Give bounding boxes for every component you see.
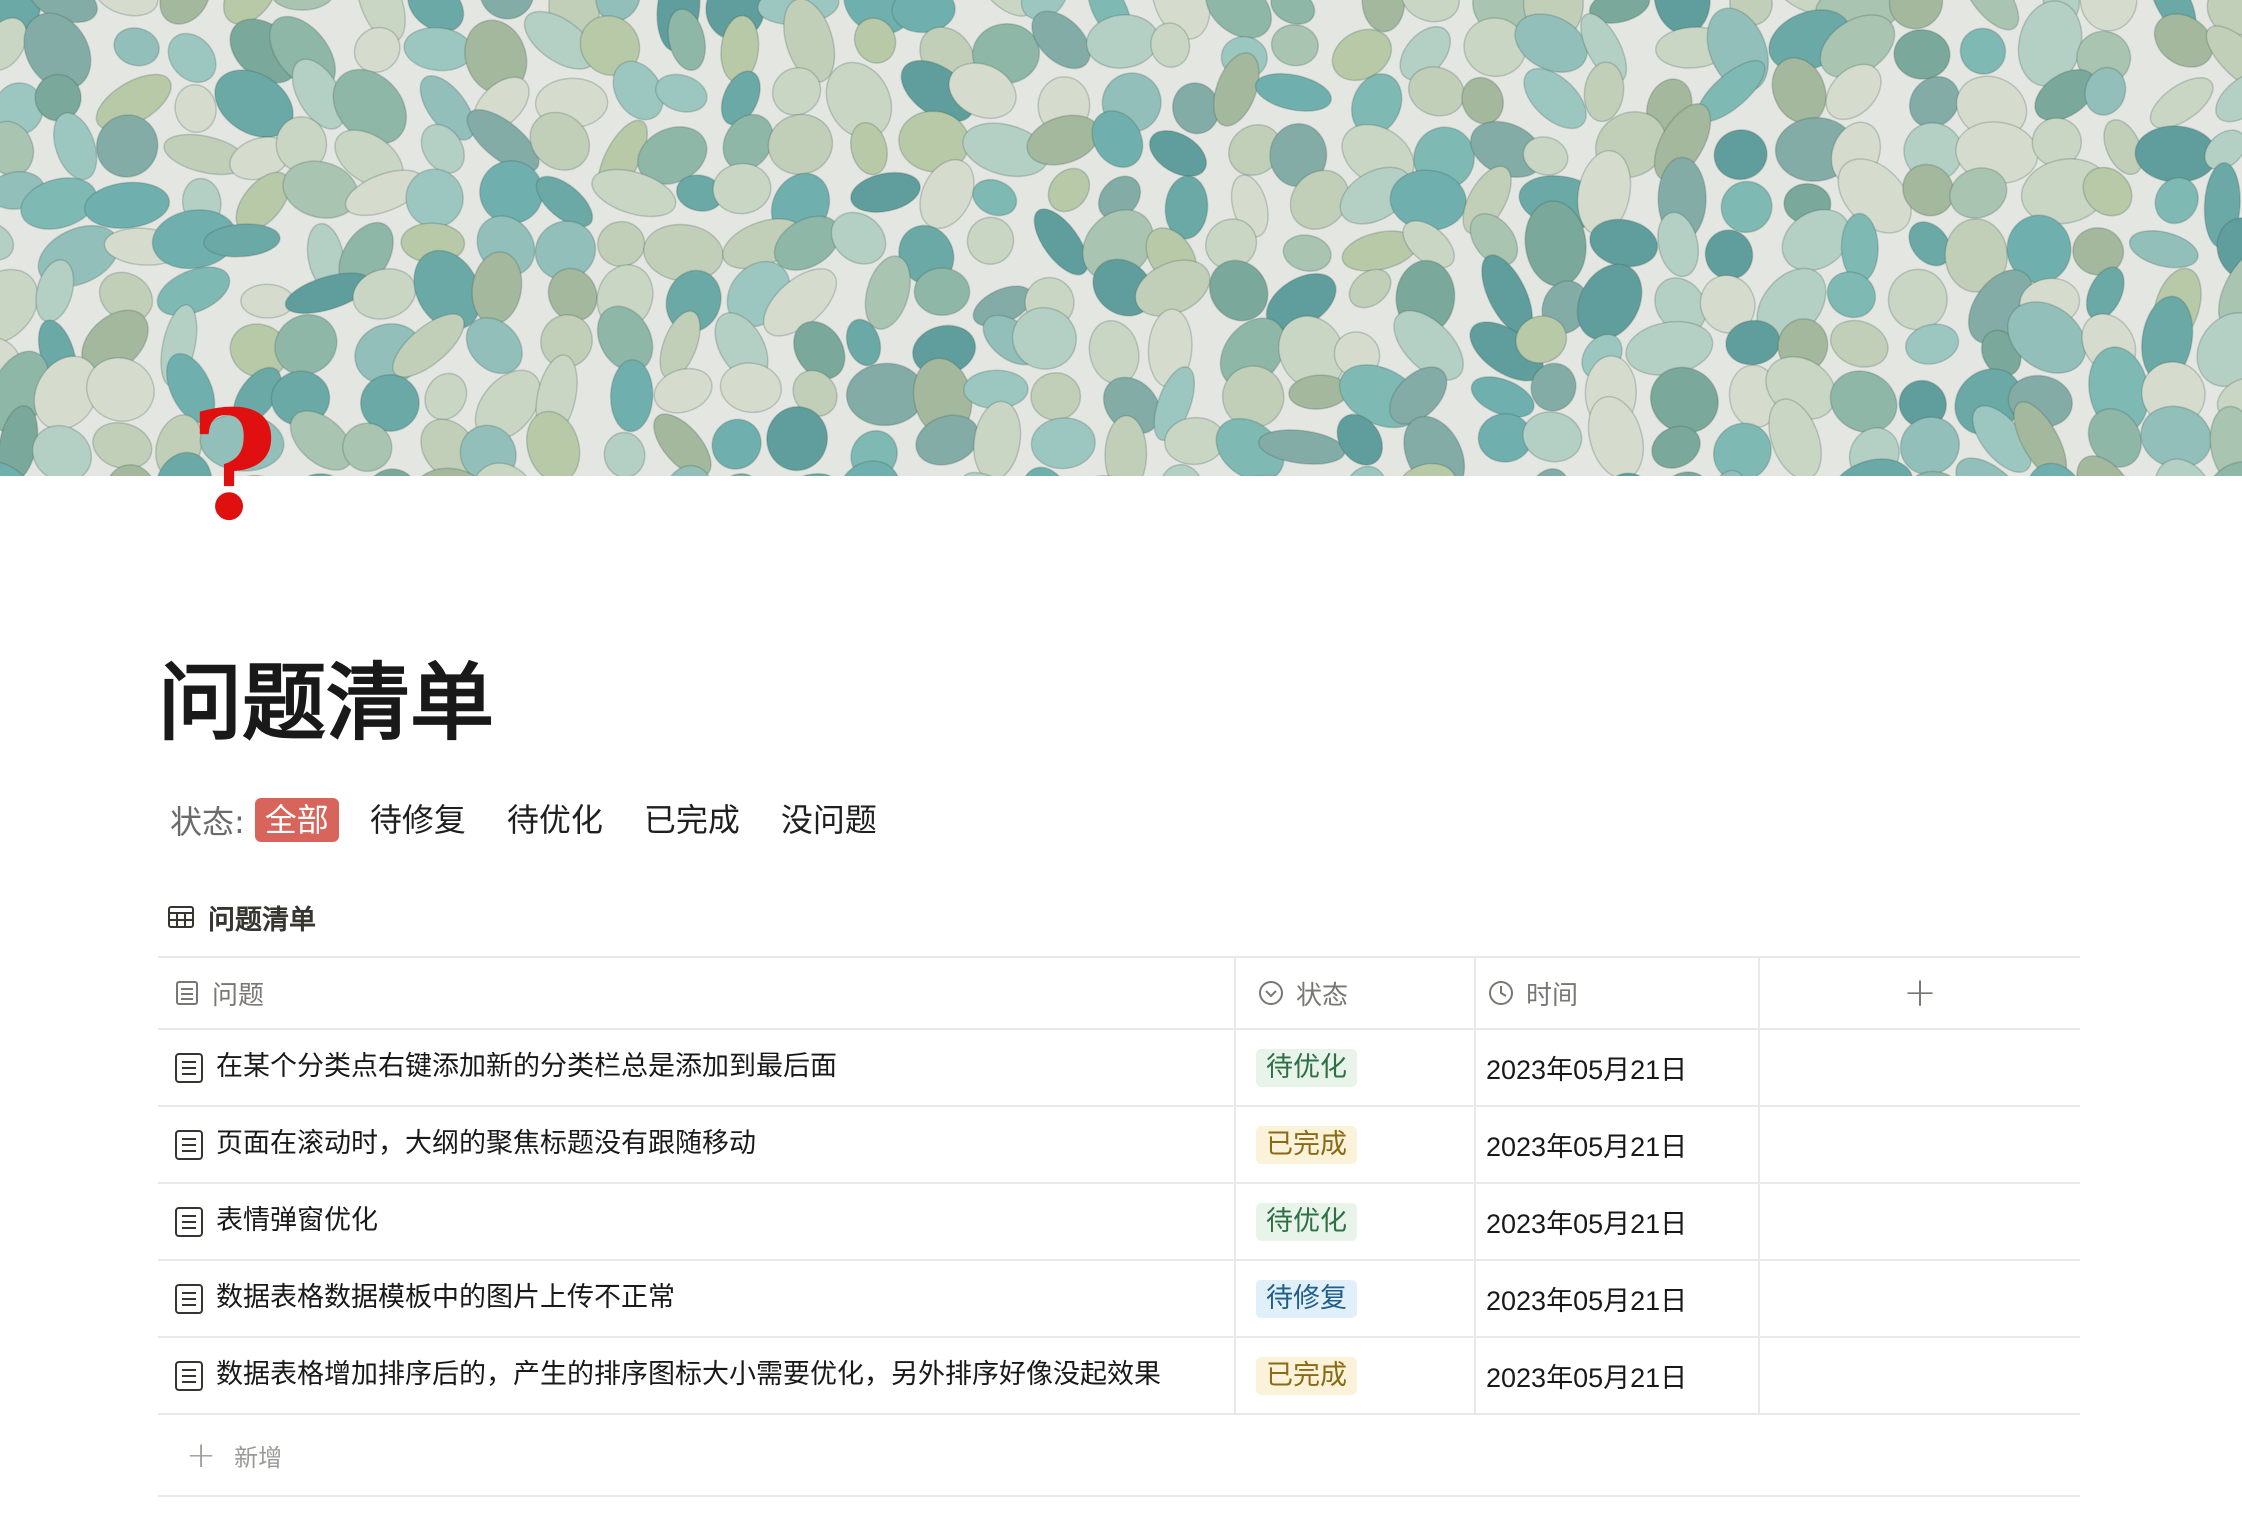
status-cell[interactable]: 待修复 xyxy=(1236,1261,1476,1336)
date-value: 2023年05月21日 xyxy=(1486,1209,1688,1239)
page-doc-icon xyxy=(175,1206,203,1237)
add-column-button[interactable]: + xyxy=(1760,958,2080,1028)
issue-title[interactable]: 表情弹窗优化 xyxy=(216,1198,378,1237)
table-row[interactable]: 数据表格数据模板中的图片上传不正常 待修复 2023年05月21日 xyxy=(158,1261,2080,1338)
filter-option-no-issue[interactable]: 没问题 xyxy=(771,798,887,842)
time-cell[interactable]: 2023年05月21日 xyxy=(1476,1107,1760,1182)
question-mark-icon[interactable]: ? xyxy=(186,391,282,541)
column-header-label: 状态 xyxy=(1296,980,1349,1011)
column-header-status[interactable]: 状态 xyxy=(1236,958,1476,1028)
filter-option-to-fix[interactable]: 待修复 xyxy=(360,798,476,842)
empty-cell xyxy=(1760,1184,2080,1259)
page-doc-icon xyxy=(175,1129,203,1160)
status-badge[interactable]: 待优化 xyxy=(1256,1202,1357,1241)
table-header: 问题 状态 时间 + xyxy=(158,956,2080,1030)
filter-option-to-optimize[interactable]: 待优化 xyxy=(497,798,613,842)
status-badge[interactable]: 待优化 xyxy=(1256,1048,1357,1087)
add-column-icon: + xyxy=(1903,970,1937,1016)
time-cell[interactable]: 2023年05月21日 xyxy=(1476,1030,1760,1105)
plus-icon: + xyxy=(186,1434,217,1476)
time-cell[interactable]: 2023年05月21日 xyxy=(1476,1261,1760,1336)
table-body: 在某个分类点右键添加新的分类栏总是添加到最后面 待优化 2023年05月21日 页面在… xyxy=(158,1030,2080,1415)
page-title[interactable]: 问题清单 xyxy=(158,648,494,758)
empty-cell xyxy=(1760,1338,2080,1413)
database-title[interactable]: 问题清单 xyxy=(166,894,316,940)
status-badge[interactable]: 待修复 xyxy=(1256,1279,1357,1318)
clock-icon xyxy=(1489,981,1513,1005)
status-cell[interactable]: 待优化 xyxy=(1236,1184,1476,1259)
text-lines-icon xyxy=(176,981,198,1005)
date-value: 2023年05月21日 xyxy=(1486,1363,1688,1393)
database-title-text: 问题清单 xyxy=(208,904,316,936)
column-header-issue[interactable]: 问题 xyxy=(158,958,1236,1028)
new-row-button[interactable]: + 新增 xyxy=(158,1415,2080,1497)
table-row[interactable]: 在某个分类点右键添加新的分类栏总是添加到最后面 待优化 2023年05月21日 xyxy=(158,1030,2080,1107)
empty-cell xyxy=(1760,1030,2080,1105)
table-row[interactable]: 页面在滚动时，大纲的聚焦标题没有跟随移动 已完成 2023年05月21日 xyxy=(158,1107,2080,1184)
status-filter: 状态: 全部 待修复 待优化 已完成 没问题 xyxy=(170,796,908,844)
column-header-label: 时间 xyxy=(1526,980,1579,1011)
issue-title[interactable]: 数据表格增加排序后的，产生的排序图标大小需要优化，另外排序好像没起效果 xyxy=(216,1352,1161,1391)
time-cell[interactable]: 2023年05月21日 xyxy=(1476,1338,1760,1413)
issue-table: 问题 状态 时间 + 在某个分类点右键添加新的分类栏总是添加到最后面 待优化 2… xyxy=(158,956,2080,1497)
table-row[interactable]: 数据表格增加排序后的，产生的排序图标大小需要优化，另外排序好像没起效果 已完成 20… xyxy=(158,1338,2080,1415)
date-value: 2023年05月21日 xyxy=(1486,1132,1688,1162)
issue-cell[interactable]: 在某个分类点右键添加新的分类栏总是添加到最后面 xyxy=(158,1030,1236,1105)
issue-cell[interactable]: 数据表格增加排序后的，产生的排序图标大小需要优化，另外排序好像没起效果 xyxy=(158,1338,1236,1413)
issue-cell[interactable]: 页面在滚动时，大纲的聚焦标题没有跟随移动 xyxy=(158,1107,1236,1182)
status-cell[interactable]: 已完成 xyxy=(1236,1107,1476,1182)
column-header-label: 问题 xyxy=(212,980,265,1011)
table-row[interactable]: 表情弹窗优化 待优化 2023年05月21日 xyxy=(158,1184,2080,1261)
status-cell[interactable]: 已完成 xyxy=(1236,1338,1476,1413)
filter-label: 状态: xyxy=(170,803,245,841)
issue-cell[interactable]: 表情弹窗优化 xyxy=(158,1184,1236,1259)
issue-title[interactable]: 数据表格数据模板中的图片上传不正常 xyxy=(216,1275,675,1314)
page-doc-icon xyxy=(175,1283,203,1314)
cover-image[interactable] xyxy=(0,0,2242,476)
date-value: 2023年05月21日 xyxy=(1486,1055,1688,1085)
status-cell[interactable]: 待优化 xyxy=(1236,1030,1476,1105)
filter-option-done[interactable]: 已完成 xyxy=(634,798,750,842)
issue-title[interactable]: 在某个分类点右键添加新的分类栏总是添加到最后面 xyxy=(216,1044,837,1083)
filter-option-all[interactable]: 全部 xyxy=(254,798,339,842)
empty-cell xyxy=(1760,1107,2080,1182)
page: ? 问题清单 状态: 全部 待修复 待优化 已完成 没问题 问题清单 问题 状态… xyxy=(0,0,2242,1528)
new-row-label: 新增 xyxy=(234,1443,283,1472)
page-doc-icon xyxy=(175,1052,203,1083)
status-badge[interactable]: 已完成 xyxy=(1256,1356,1357,1395)
table-icon xyxy=(168,906,194,928)
empty-cell xyxy=(1760,1261,2080,1336)
issue-cell[interactable]: 数据表格数据模板中的图片上传不正常 xyxy=(158,1261,1236,1336)
status-circle-icon xyxy=(1259,981,1283,1005)
time-cell[interactable]: 2023年05月21日 xyxy=(1476,1184,1760,1259)
date-value: 2023年05月21日 xyxy=(1486,1286,1688,1316)
status-badge[interactable]: 已完成 xyxy=(1256,1125,1357,1164)
column-header-time[interactable]: 时间 xyxy=(1476,958,1760,1028)
issue-title[interactable]: 页面在滚动时，大纲的聚焦标题没有跟随移动 xyxy=(216,1121,756,1160)
page-doc-icon xyxy=(175,1360,203,1391)
